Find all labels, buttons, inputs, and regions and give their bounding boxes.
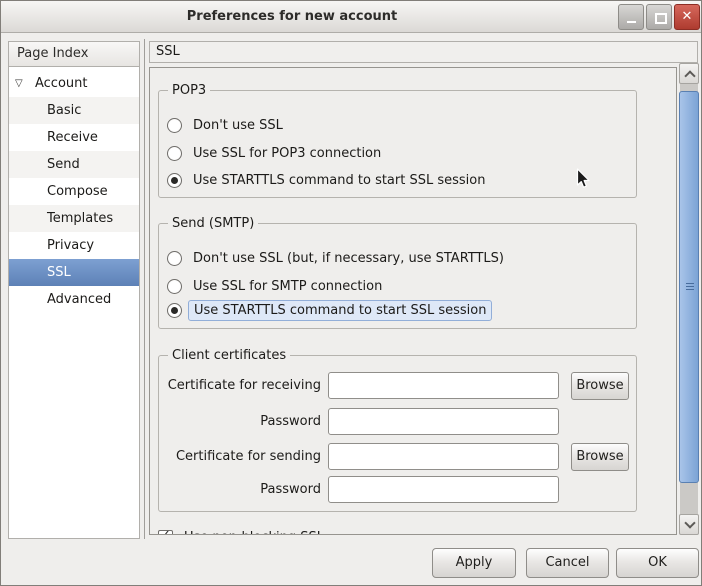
- chevron-up-icon: [684, 70, 695, 81]
- browse-sending-button[interactable]: Browse: [571, 443, 629, 471]
- radio-smtp-starttls[interactable]: Use STARTTLS command to start SSL sessio…: [167, 300, 492, 320]
- sidebar-item-basic[interactable]: Basic: [9, 97, 139, 124]
- ssl-settings-panel: POP3 Don't use SSL Use SSL for POP3 conn…: [149, 67, 677, 535]
- maximize-button[interactable]: [646, 4, 672, 30]
- pop3-group: POP3 Don't use SSL Use SSL for POP3 conn…: [158, 90, 637, 198]
- radio-icon[interactable]: [167, 118, 182, 133]
- sidebar-item-templates[interactable]: Templates: [9, 205, 139, 232]
- page-index-header[interactable]: Page Index: [8, 41, 140, 67]
- page-title: SSL: [149, 41, 698, 63]
- sidebar-item-compose[interactable]: Compose: [9, 178, 139, 205]
- sidebar-item-ssl[interactable]: SSL: [9, 259, 139, 286]
- sidebar-item-privacy[interactable]: Privacy: [9, 232, 139, 259]
- radio-smtp-no-ssl[interactable]: Don't use SSL (but, if necessary, use ST…: [167, 248, 504, 268]
- preferences-dialog: Preferences for new account Page Index ▽…: [0, 0, 702, 586]
- radio-pop3-ssl[interactable]: Use SSL for POP3 connection: [167, 143, 381, 163]
- client-certificates-group: Client certificates Certificate for rece…: [158, 355, 637, 512]
- certificate-sending-input[interactable]: [328, 443, 559, 470]
- scroll-down-button[interactable]: [679, 514, 699, 535]
- smtp-group: Send (SMTP) Don't use SSL (but, if neces…: [158, 223, 637, 329]
- close-button[interactable]: [674, 4, 700, 30]
- scroll-up-button[interactable]: [679, 63, 699, 84]
- smtp-group-legend: Send (SMTP): [168, 215, 258, 232]
- password-sending-label: Password: [159, 476, 321, 503]
- radio-pop3-starttls[interactable]: Use STARTTLS command to start SSL sessio…: [167, 170, 485, 190]
- radio-selected-icon[interactable]: [167, 173, 182, 188]
- radio-selected-icon[interactable]: [167, 303, 182, 318]
- title-bar: Preferences for new account: [1, 1, 701, 33]
- certificate-receiving-label: Certificate for receiving: [159, 372, 321, 399]
- certificate-sending-label: Certificate for sending: [159, 443, 321, 470]
- radio-smtp-ssl[interactable]: Use SSL for SMTP connection: [167, 276, 382, 296]
- maximize-icon: [655, 13, 667, 24]
- sidebar-item-advanced[interactable]: Advanced: [9, 286, 139, 313]
- pane-divider[interactable]: [144, 39, 145, 539]
- radio-icon[interactable]: [167, 279, 182, 294]
- scrollbar-thumb[interactable]: [679, 91, 699, 483]
- vertical-scrollbar: [679, 63, 699, 535]
- window-title: Preferences for new account: [1, 1, 701, 32]
- radio-icon[interactable]: [167, 146, 182, 161]
- page-index-tree: ▽ Account Basic Receive Send Compose Tem…: [8, 67, 140, 539]
- expander-icon[interactable]: ▽: [15, 70, 23, 97]
- use-nonblocking-ssl-option[interactable]: Use non-blocking SSL: [158, 527, 324, 535]
- browse-receiving-button[interactable]: Browse: [571, 372, 629, 400]
- ok-button[interactable]: OK: [616, 548, 699, 578]
- minimize-button[interactable]: [618, 4, 644, 30]
- chevron-down-icon: [684, 517, 695, 528]
- close-icon: [675, 5, 699, 29]
- cancel-button[interactable]: Cancel: [526, 548, 609, 578]
- sidebar-item-send[interactable]: Send: [9, 151, 139, 178]
- minimize-icon: [627, 21, 636, 23]
- radio-pop3-no-ssl[interactable]: Don't use SSL: [167, 115, 283, 135]
- checkbox-checked-icon[interactable]: [158, 530, 173, 536]
- certificate-receiving-input[interactable]: [328, 372, 559, 399]
- client-certificates-legend: Client certificates: [168, 347, 290, 364]
- radio-icon[interactable]: [167, 251, 182, 266]
- password-sending-input[interactable]: [328, 476, 559, 503]
- sidebar-item-account[interactable]: ▽ Account: [9, 70, 139, 97]
- sidebar-item-receive[interactable]: Receive: [9, 124, 139, 151]
- apply-button[interactable]: Apply: [432, 548, 516, 578]
- pop3-group-legend: POP3: [168, 82, 210, 99]
- grip-icon: [686, 283, 694, 290]
- password-receiving-label: Password: [159, 408, 321, 435]
- password-receiving-input[interactable]: [328, 408, 559, 435]
